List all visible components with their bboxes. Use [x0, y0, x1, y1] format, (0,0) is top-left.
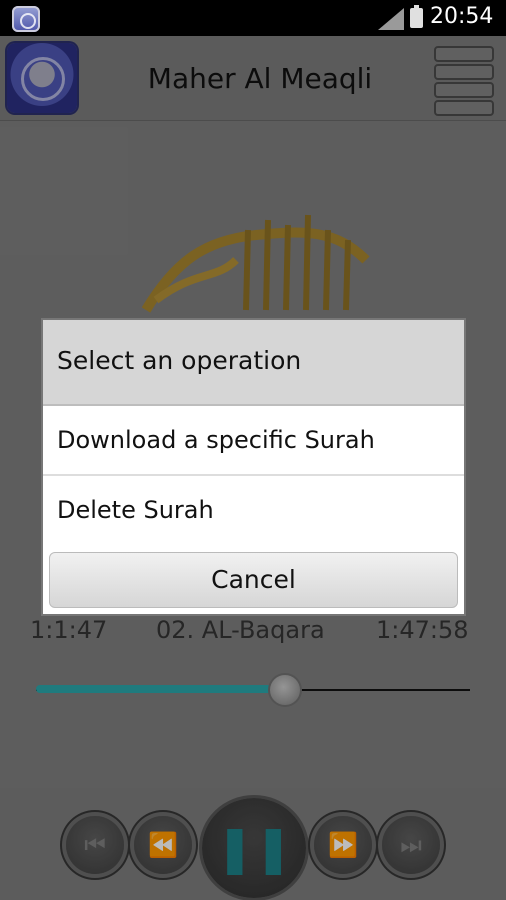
battery-icon — [410, 5, 423, 28]
download-surah-option[interactable]: Download a specific Surah — [43, 406, 464, 476]
operation-dialog: Select an operation Download a specific … — [41, 318, 466, 616]
cancel-label: Cancel — [211, 565, 296, 594]
signal-icon — [378, 8, 404, 30]
dialog-title-bar: Select an operation — [43, 320, 464, 406]
notification-app-icon — [12, 6, 40, 32]
status-time: 20:54 — [430, 4, 494, 29]
download-surah-label: Download a specific Surah — [57, 426, 375, 454]
status-bar: 20:54 — [0, 0, 506, 36]
dialog-title: Select an operation — [57, 346, 302, 375]
cancel-button[interactable]: Cancel — [49, 552, 458, 608]
delete-surah-label: Delete Surah — [57, 496, 214, 524]
delete-surah-option[interactable]: Delete Surah — [43, 476, 464, 544]
